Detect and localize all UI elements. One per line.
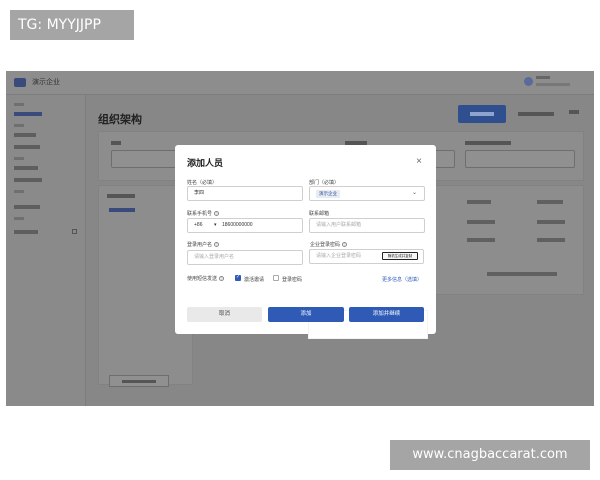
close-icon[interactable]: × [413,156,425,168]
sms-label: 使用短信发送? [187,276,225,282]
password-option-label: 登录密码 [282,277,303,283]
table-cell [537,238,565,242]
email-label: 联系邮箱 [309,211,330,217]
tree-node[interactable] [109,208,135,212]
phone-input[interactable]: +86 ▾ 18600000000 [187,218,303,233]
sidebar-item[interactable] [14,166,38,170]
sidebar-item[interactable] [14,145,40,149]
sidebar-group [14,124,24,127]
username-label: 登录用户名? [187,242,220,248]
sidebar-item[interactable] [14,133,36,137]
table-cell [467,220,495,224]
dept-select[interactable]: 演示企业 ⌄ [309,186,425,201]
user-email-placeholder [536,83,570,86]
tree-title [107,194,135,198]
watermark-bottom-right: www.cnagbaccarat.com [390,440,590,470]
table-header [537,200,563,204]
info-icon: ? [214,211,220,217]
table-cell [537,220,565,224]
user-name-placeholder [536,76,550,79]
more-icon[interactable] [569,110,579,114]
logo-icon [14,78,26,87]
watermark-top-left: TG: MYYJJPP [10,10,134,40]
pagination[interactable] [487,272,557,276]
batch-import-button[interactable] [518,112,554,116]
top-bar: 演示企业 [6,71,594,95]
chevron-down-icon: ⌄ [412,190,418,196]
add-and-continue-button[interactable]: 添加并继续 [349,307,424,322]
app-name: 演示企业 [32,79,60,86]
sidebar-group [14,217,24,220]
dept-label: 部门（必填） [309,180,340,186]
add-member-dialog: 添加人员 × 姓名（必填） 李四 部门（必填） 演示企业 ⌄ 联系手机号? +8… [175,145,436,334]
name-input[interactable]: 李四 [187,186,303,201]
sidebar-item[interactable] [14,230,38,234]
add-department-button[interactable] [109,375,169,387]
filter-label [465,141,511,145]
email-input[interactable]: 请输入用户联系邮箱 [309,218,425,233]
table-header [467,200,491,204]
sidebar [6,95,86,406]
add-button[interactable]: 添加 [268,307,344,322]
more-info-link[interactable]: 更多信息（选填） [382,276,422,283]
add-member-button[interactable] [458,105,506,123]
generate-password-button[interactable]: 随机生成并复制 [382,252,418,260]
name-label: 姓名（必填） [187,180,218,186]
screenshot-frame: 演示企业 组织架构 添加人员 × 姓名（必填） 李四 部门（必填） 演示企业 ⌄… [6,71,594,406]
sidebar-group [14,103,24,106]
phone-label: 联系手机号? [187,211,220,217]
info-icon: ? [219,276,225,282]
phone-number: 18600000000 [222,222,253,228]
password-label: 企业登录密码? [310,242,348,248]
sidebar-group [14,190,24,193]
sidebar-item[interactable] [14,112,42,116]
info-icon: ? [214,242,220,248]
info-icon: ? [342,242,348,248]
password-checkbox[interactable] [273,275,279,281]
country-code-chevron-icon: ▾ [214,222,217,228]
sidebar-item[interactable] [14,178,42,182]
external-link-icon [72,229,77,234]
sidebar-group [14,157,24,160]
sidebar-item[interactable] [14,205,40,209]
user-avatar-icon[interactable] [524,77,533,86]
filter-label [111,141,121,145]
invite-checkbox[interactable] [235,274,241,281]
table-cell [467,238,495,242]
country-code[interactable]: +86 [194,219,202,232]
username-input[interactable]: 请输入登录用户名 [187,250,303,265]
filter-select[interactable] [465,150,575,168]
invite-option-label: 激活邀请 [244,277,265,283]
cancel-button[interactable]: 取消 [187,307,262,322]
dept-chip: 演示企业 [316,190,340,198]
page-title: 组织架构 [98,114,142,126]
dialog-title: 添加人员 [187,158,224,168]
